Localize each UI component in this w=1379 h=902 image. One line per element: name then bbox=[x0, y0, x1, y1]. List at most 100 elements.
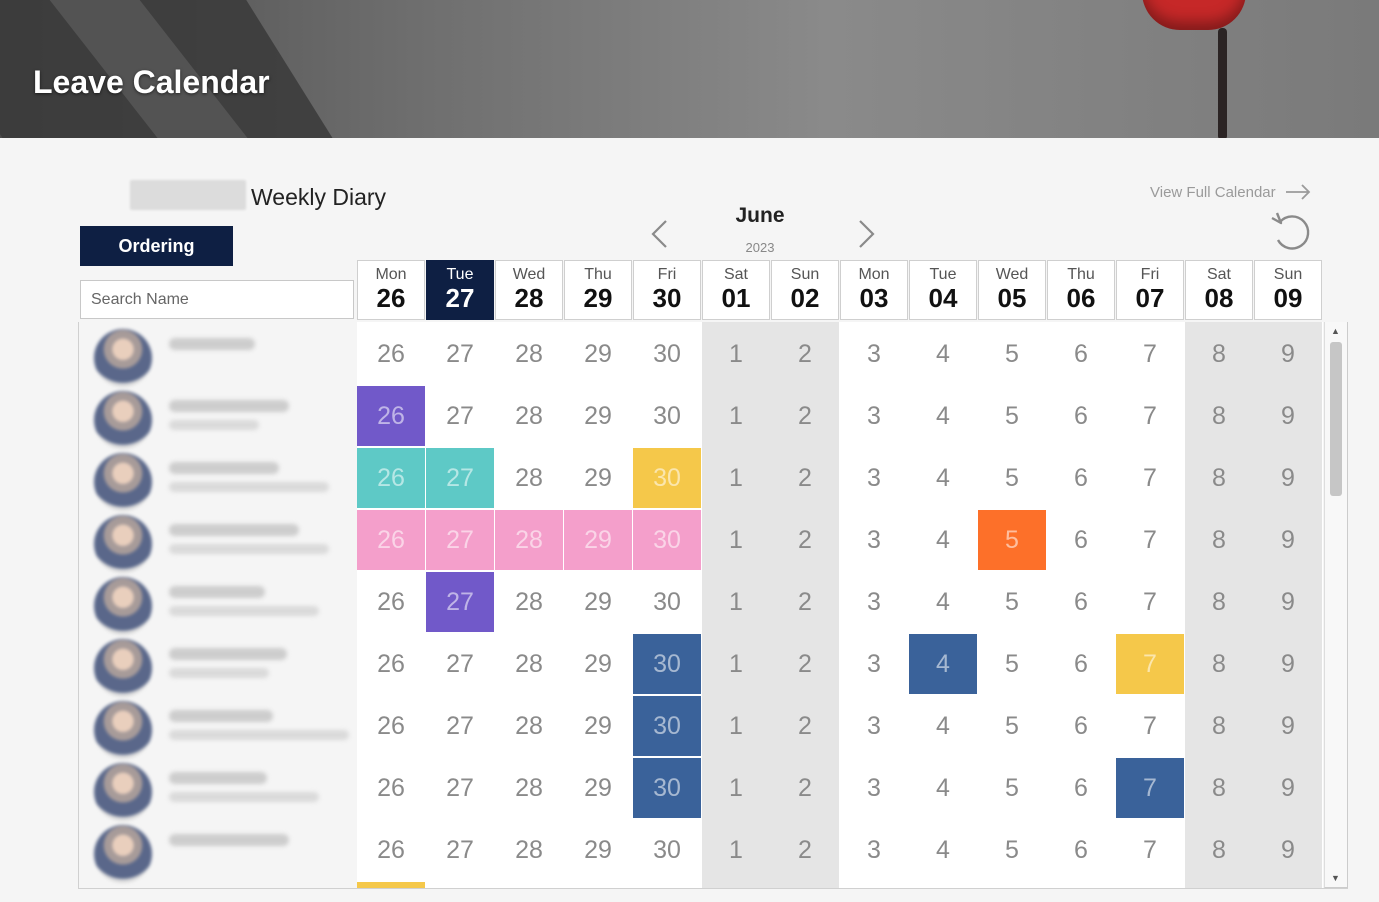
day-header-sun-02[interactable]: Sun 02 bbox=[771, 260, 839, 320]
day-cell[interactable]: 2 bbox=[771, 634, 839, 694]
day-cell[interactable]: 7 bbox=[1116, 696, 1184, 756]
day-cell[interactable]: 28 bbox=[495, 634, 563, 694]
day-cell[interactable]: 5 bbox=[978, 696, 1046, 756]
day-cell[interactable]: 8 bbox=[1185, 448, 1253, 508]
day-cell[interactable]: 7 bbox=[1116, 386, 1184, 446]
day-cell[interactable]: 8 bbox=[1185, 820, 1253, 880]
day-cell[interactable]: 3 bbox=[840, 572, 908, 632]
day-cell[interactable]: 29 bbox=[564, 448, 632, 508]
leave-cell[interactable]: 26 bbox=[357, 386, 425, 446]
leave-cell[interactable]: 26 bbox=[357, 448, 425, 508]
day-cell[interactable]: 27 bbox=[426, 820, 494, 880]
person-row[interactable] bbox=[79, 448, 358, 511]
day-cell[interactable]: 8 bbox=[1185, 758, 1253, 818]
day-cell[interactable]: 9 bbox=[1254, 572, 1322, 632]
day-cell[interactable]: 30 bbox=[633, 324, 701, 384]
day-cell[interactable]: 1 bbox=[702, 324, 770, 384]
day-cell[interactable]: 27 bbox=[426, 634, 494, 694]
person-row[interactable] bbox=[79, 324, 358, 387]
day-cell[interactable]: 6 bbox=[1047, 820, 1115, 880]
leave-cell[interactable]: 30 bbox=[633, 510, 701, 570]
person-row[interactable] bbox=[79, 758, 358, 821]
day-cell[interactable]: 5 bbox=[978, 324, 1046, 384]
leave-cell[interactable]: 27 bbox=[426, 572, 494, 632]
day-cell[interactable]: 3 bbox=[840, 386, 908, 446]
leave-cell[interactable]: 30 bbox=[633, 448, 701, 508]
day-cell[interactable]: 4 bbox=[909, 324, 977, 384]
scroll-up-icon[interactable]: ▲ bbox=[1331, 326, 1340, 336]
day-cell[interactable]: 29 bbox=[564, 758, 632, 818]
day-cell[interactable]: 1 bbox=[702, 572, 770, 632]
day-cell[interactable]: 6 bbox=[1047, 696, 1115, 756]
day-cell[interactable]: 8 bbox=[1185, 324, 1253, 384]
day-header-wed-28[interactable]: Wed 28 bbox=[495, 260, 563, 320]
leave-cell[interactable]: 27 bbox=[426, 510, 494, 570]
day-cell[interactable]: 29 bbox=[564, 696, 632, 756]
day-cell[interactable]: 28 bbox=[495, 572, 563, 632]
day-cell[interactable]: 7 bbox=[1116, 820, 1184, 880]
day-cell[interactable]: 1 bbox=[702, 696, 770, 756]
day-cell[interactable]: 30 bbox=[633, 572, 701, 632]
day-header-sat-01[interactable]: Sat 01 bbox=[702, 260, 770, 320]
day-cell[interactable]: 2 bbox=[771, 386, 839, 446]
vertical-scrollbar[interactable]: ▲ ▼ bbox=[1324, 322, 1348, 888]
leave-cell[interactable]: 7 bbox=[1116, 758, 1184, 818]
view-full-calendar-link[interactable]: View Full Calendar bbox=[1150, 183, 1312, 201]
day-header-thu-29[interactable]: Thu 29 bbox=[564, 260, 632, 320]
person-row[interactable] bbox=[79, 386, 358, 449]
day-cell[interactable]: 2 bbox=[771, 324, 839, 384]
leave-cell[interactable]: 27 bbox=[426, 448, 494, 508]
day-cell[interactable]: 9 bbox=[1254, 634, 1322, 694]
day-cell[interactable]: 7 bbox=[1116, 510, 1184, 570]
day-cell[interactable]: 30 bbox=[633, 820, 701, 880]
day-cell[interactable]: 2 bbox=[771, 820, 839, 880]
day-cell[interactable]: 29 bbox=[564, 324, 632, 384]
day-cell[interactable]: 9 bbox=[1254, 510, 1322, 570]
day-header-sat-08[interactable]: Sat 08 bbox=[1185, 260, 1253, 320]
day-cell[interactable]: 4 bbox=[909, 696, 977, 756]
search-name-input[interactable] bbox=[80, 280, 354, 319]
day-cell[interactable]: 8 bbox=[1185, 510, 1253, 570]
day-header-mon-03[interactable]: Mon 03 bbox=[840, 260, 908, 320]
day-cell[interactable]: 8 bbox=[1185, 696, 1253, 756]
person-row[interactable] bbox=[79, 820, 358, 883]
leave-cell[interactable]: 30 bbox=[633, 696, 701, 756]
day-header-tue-04[interactable]: Tue 04 bbox=[909, 260, 977, 320]
day-cell[interactable]: 27 bbox=[426, 758, 494, 818]
day-cell[interactable]: 6 bbox=[1047, 758, 1115, 818]
day-cell[interactable]: 1 bbox=[702, 386, 770, 446]
leave-cell[interactable]: 30 bbox=[633, 758, 701, 818]
day-cell[interactable]: 9 bbox=[1254, 386, 1322, 446]
day-cell[interactable]: 26 bbox=[357, 820, 425, 880]
day-cell[interactable]: 6 bbox=[1047, 572, 1115, 632]
day-cell[interactable]: 5 bbox=[978, 386, 1046, 446]
day-cell[interactable]: 2 bbox=[771, 572, 839, 632]
day-cell[interactable]: 5 bbox=[978, 820, 1046, 880]
day-cell[interactable]: 28 bbox=[495, 820, 563, 880]
day-cell[interactable]: 9 bbox=[1254, 696, 1322, 756]
day-cell[interactable]: 29 bbox=[564, 634, 632, 694]
leave-cell[interactable]: 29 bbox=[564, 510, 632, 570]
leave-cell[interactable]: 4 bbox=[909, 634, 977, 694]
day-cell[interactable]: 9 bbox=[1254, 448, 1322, 508]
day-cell[interactable]: 9 bbox=[1254, 324, 1322, 384]
day-header-sun-09[interactable]: Sun 09 bbox=[1254, 260, 1322, 320]
day-cell[interactable]: 4 bbox=[909, 758, 977, 818]
day-cell[interactable]: 1 bbox=[702, 448, 770, 508]
person-row[interactable] bbox=[79, 572, 358, 635]
scroll-down-icon[interactable]: ▼ bbox=[1331, 873, 1340, 883]
day-cell[interactable]: 5 bbox=[978, 758, 1046, 818]
day-cell[interactable]: 29 bbox=[564, 386, 632, 446]
chevron-right-icon[interactable] bbox=[854, 218, 878, 250]
leave-cell[interactable]: 5 bbox=[978, 510, 1046, 570]
day-header-fri-07[interactable]: Fri 07 bbox=[1116, 260, 1184, 320]
day-cell[interactable]: 6 bbox=[1047, 634, 1115, 694]
day-cell[interactable]: 8 bbox=[1185, 634, 1253, 694]
day-cell[interactable]: 2 bbox=[771, 758, 839, 818]
day-header-fri-30[interactable]: Fri 30 bbox=[633, 260, 701, 320]
day-cell[interactable]: 29 bbox=[564, 572, 632, 632]
day-cell[interactable]: 3 bbox=[840, 448, 908, 508]
day-cell[interactable]: 5 bbox=[978, 448, 1046, 508]
scrollbar-thumb[interactable] bbox=[1330, 342, 1342, 496]
day-cell[interactable]: 29 bbox=[564, 820, 632, 880]
